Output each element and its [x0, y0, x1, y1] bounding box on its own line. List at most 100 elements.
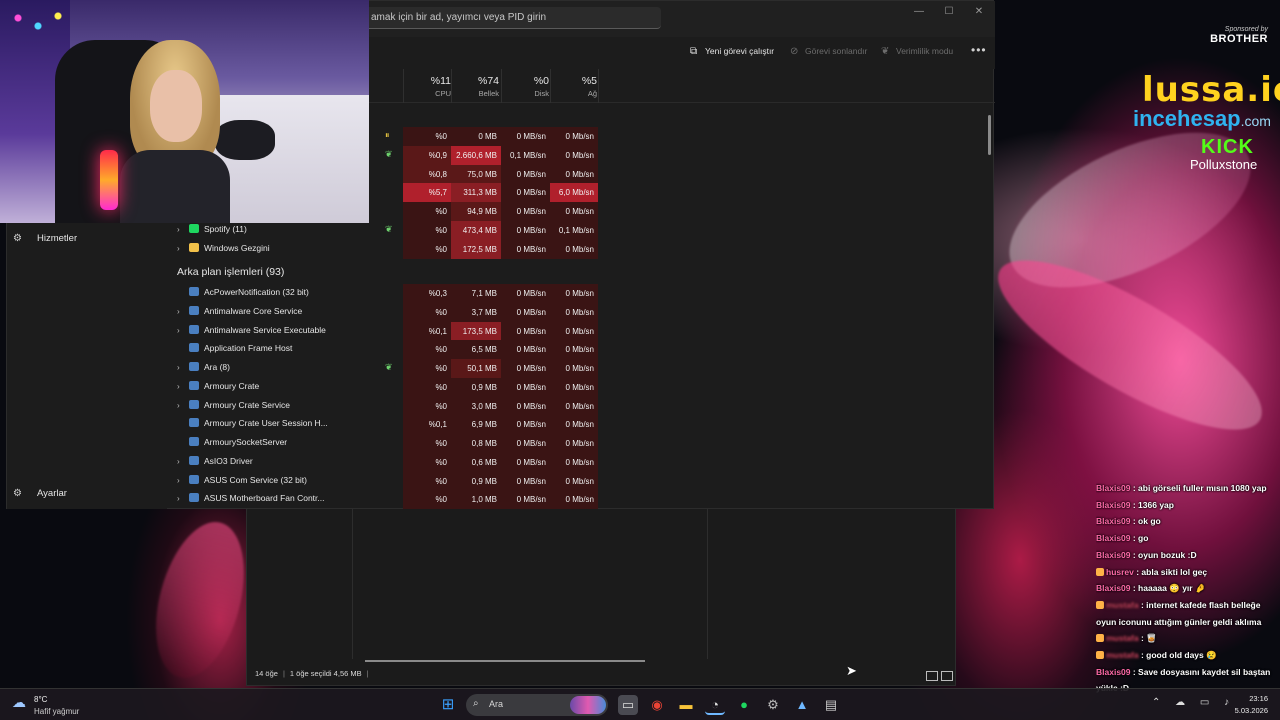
cpu-cell: %0 [403, 202, 451, 221]
process-row[interactable]: › Ara (8) ❦ %0 50,1 MB 0 MB/sn 0 Mb/sn [167, 359, 995, 378]
process-row[interactable]: ArmourySocketServer %0 0,8 MB 0 MB/sn 0 Mb/s… [167, 434, 995, 453]
chat-overlay: Blaxis09 : abi görseli fuller mısın 1080… [1096, 480, 1280, 720]
process-row[interactable]: AcPowerNotification (32 bit) %0,3 7,1 MB 0 … [167, 284, 995, 303]
process-icon [189, 343, 199, 353]
process-name-cell: › Armoury Crate [177, 380, 259, 391]
vertical-scrollbar[interactable] [988, 115, 991, 155]
sidebar-item-label: Ayarlar [37, 488, 67, 499]
minimize-button[interactable]: — [905, 5, 933, 19]
cpu-cell: %0 [403, 434, 451, 453]
group-title-background-processes[interactable]: Arka plan işlemleri (93) [177, 266, 284, 278]
spotify-icon[interactable]: ● [734, 695, 754, 715]
process-name-cell: › AsIO3 Driver [177, 455, 253, 466]
chat-text: : go [1130, 533, 1149, 544]
task-view-icon[interactable]: ▭ [618, 695, 638, 715]
pillow [215, 120, 275, 160]
chat-username: mustafa [1106, 633, 1139, 644]
more-options-button[interactable]: ••• [971, 43, 987, 57]
windows-start-icon[interactable]: ⊞ [438, 695, 458, 715]
expand-chevron-icon[interactable]: › [177, 401, 189, 410]
chat-message: mustafa : internet kafede flash belleğe … [1096, 597, 1280, 630]
chat-username: Blaxis09 [1096, 516, 1131, 527]
memory-cell: 0,9 MB [451, 471, 501, 491]
process-row[interactable]: › Spotify (11) ❦ %0 473,4 MB 0 MB/sn 0,1 Mb/sn [167, 220, 995, 240]
close-button[interactable]: ✕ [965, 5, 993, 19]
disk-cell: 0 MB/sn [501, 202, 550, 221]
disk-cell: 0 MB/sn [501, 452, 550, 472]
expand-chevron-icon[interactable]: › [177, 326, 189, 335]
weather-temp: 8°C [34, 695, 48, 704]
column-header-memory[interactable]: %74 Bellek [451, 75, 499, 98]
column-header-cpu[interactable]: %11 CPU [403, 75, 451, 98]
system-tray-icons[interactable]: ⌃ ☁ ▭ ♪ [1152, 697, 1235, 708]
process-name: ASUS Motherboard Fan Contr... [204, 493, 325, 504]
column-header-network[interactable]: %5 Ağ [549, 75, 597, 98]
cpu-cell: %0 [403, 471, 451, 491]
taskbar-search[interactable]: ⌕ Ara [466, 694, 608, 716]
process-row[interactable]: Application Frame Host %0 6,5 MB 0 MB/sn 0 M… [167, 340, 995, 360]
gear-icon: ⚙ [13, 488, 22, 499]
process-icon [189, 399, 199, 409]
run-new-task-button[interactable]: ⧉ Yeni görevi çalıştır [690, 46, 774, 57]
expand-chevron-icon[interactable]: › [177, 382, 189, 391]
streamer-body [120, 150, 230, 223]
sidebar-item-settings[interactable]: ⚙ Ayarlar [13, 488, 67, 499]
network-cell: 0 Mb/sn [550, 239, 598, 259]
file-explorer-icon[interactable]: ▬ [676, 695, 696, 715]
sidebar-item-services[interactable]: ⚙ Hizmetler [13, 233, 77, 244]
process-row[interactable]: › Armoury Crate Service %0 3,0 MB 0 MB/sn 0 M… [167, 396, 995, 416]
process-row[interactable]: Armoury Crate User Session H... %0,1 6,9 M… [167, 415, 995, 435]
status-separator: | [366, 669, 369, 678]
kick-logo: KICK [1201, 136, 1254, 158]
horizontal-scrollbar[interactable] [365, 660, 645, 662]
chat-message: Blaxis09 : go [1096, 530, 1280, 547]
expand-chevron-icon[interactable]: › [177, 494, 189, 503]
settings-gear-icon[interactable]: ⚙ [763, 695, 783, 715]
process-row[interactable]: › Antimalware Core Service %0 3,7 MB 0 MB/sn… [167, 302, 995, 322]
column-divider [352, 509, 353, 659]
end-task-button[interactable]: ⊘ Görevi sonlandır [790, 46, 867, 57]
disk-cell: 0 MB/sn [501, 164, 550, 184]
app-icon[interactable]: ▤ [821, 695, 841, 715]
process-icon [189, 242, 199, 252]
process-row[interactable]: › Antimalware Service Executable %0,1 173,5… [167, 321, 995, 341]
column-header-disk[interactable]: %0 Disk [501, 75, 549, 98]
new-task-icon: ⧉ [690, 46, 698, 57]
process-row[interactable]: › ASUS Motherboard Fan Contr... %0 1,0 MB 0 … [167, 490, 995, 509]
cpu-cell: %0,3 [403, 284, 451, 303]
efficiency-mode-button[interactable]: ❦ Verimlilik modu [881, 46, 953, 57]
expand-chevron-icon[interactable]: › [177, 457, 189, 466]
sponsor-banner: Sponsored by BROTHER [1210, 26, 1268, 45]
process-row[interactable]: › ASUS Com Service (32 bit) %0 0,9 MB 0 MB/s… [167, 471, 995, 491]
disk-cell: 0 MB/sn [501, 490, 550, 509]
selection-info: 1 öğe seçildi 4,56 MB [289, 669, 362, 678]
expand-chevron-icon[interactable]: › [177, 307, 189, 316]
network-cell: 0 Mb/sn [550, 359, 598, 378]
efficiency-leaf-icon: ❦ [385, 362, 393, 372]
network-cell: 0 Mb/sn [550, 284, 598, 303]
process-name: Spotify (11) [204, 223, 247, 234]
process-name: Windows Gezgini [204, 242, 270, 253]
maximize-button[interactable]: ☐ [935, 5, 963, 19]
clock[interactable]: 23:16 5.03.2026 [1235, 693, 1268, 717]
expand-chevron-icon[interactable]: › [177, 244, 189, 253]
process-row[interactable]: › Armoury Crate %0 0,9 MB 0 MB/sn 0 Mb/sn [167, 377, 995, 397]
process-name-cell: › Ara (8) [177, 362, 230, 372]
memory-cell: 7,1 MB [451, 284, 501, 303]
expand-chevron-icon[interactable]: › [177, 363, 189, 372]
expand-chevron-icon[interactable]: › [177, 225, 189, 234]
tiles-view-icon[interactable] [941, 671, 953, 681]
efficiency-mode-label: Verimlilik modu [896, 46, 954, 56]
chrome-icon[interactable]: ◉ [647, 695, 667, 715]
process-name-cell: › Antimalware Core Service [177, 305, 302, 316]
details-view-icon[interactable] [926, 671, 938, 681]
process-search-input[interactable]: amak için bir ad, yayımcı veya PID girin [363, 7, 661, 29]
task-manager-icon[interactable]: ◔ [705, 695, 725, 715]
expand-chevron-icon[interactable]: › [177, 476, 189, 485]
network-cell: 0 Mb/sn [550, 452, 598, 472]
column-divider [707, 509, 708, 659]
photos-icon[interactable]: ▲ [792, 695, 812, 715]
wallpaper-ribbon [140, 512, 260, 688]
process-row[interactable]: › Windows Gezgini %0 172,5 MB 0 MB/sn 0 Mb/sn [167, 239, 995, 259]
process-row[interactable]: › AsIO3 Driver %0 0,6 MB 0 MB/sn 0 Mb/sn [167, 452, 995, 472]
